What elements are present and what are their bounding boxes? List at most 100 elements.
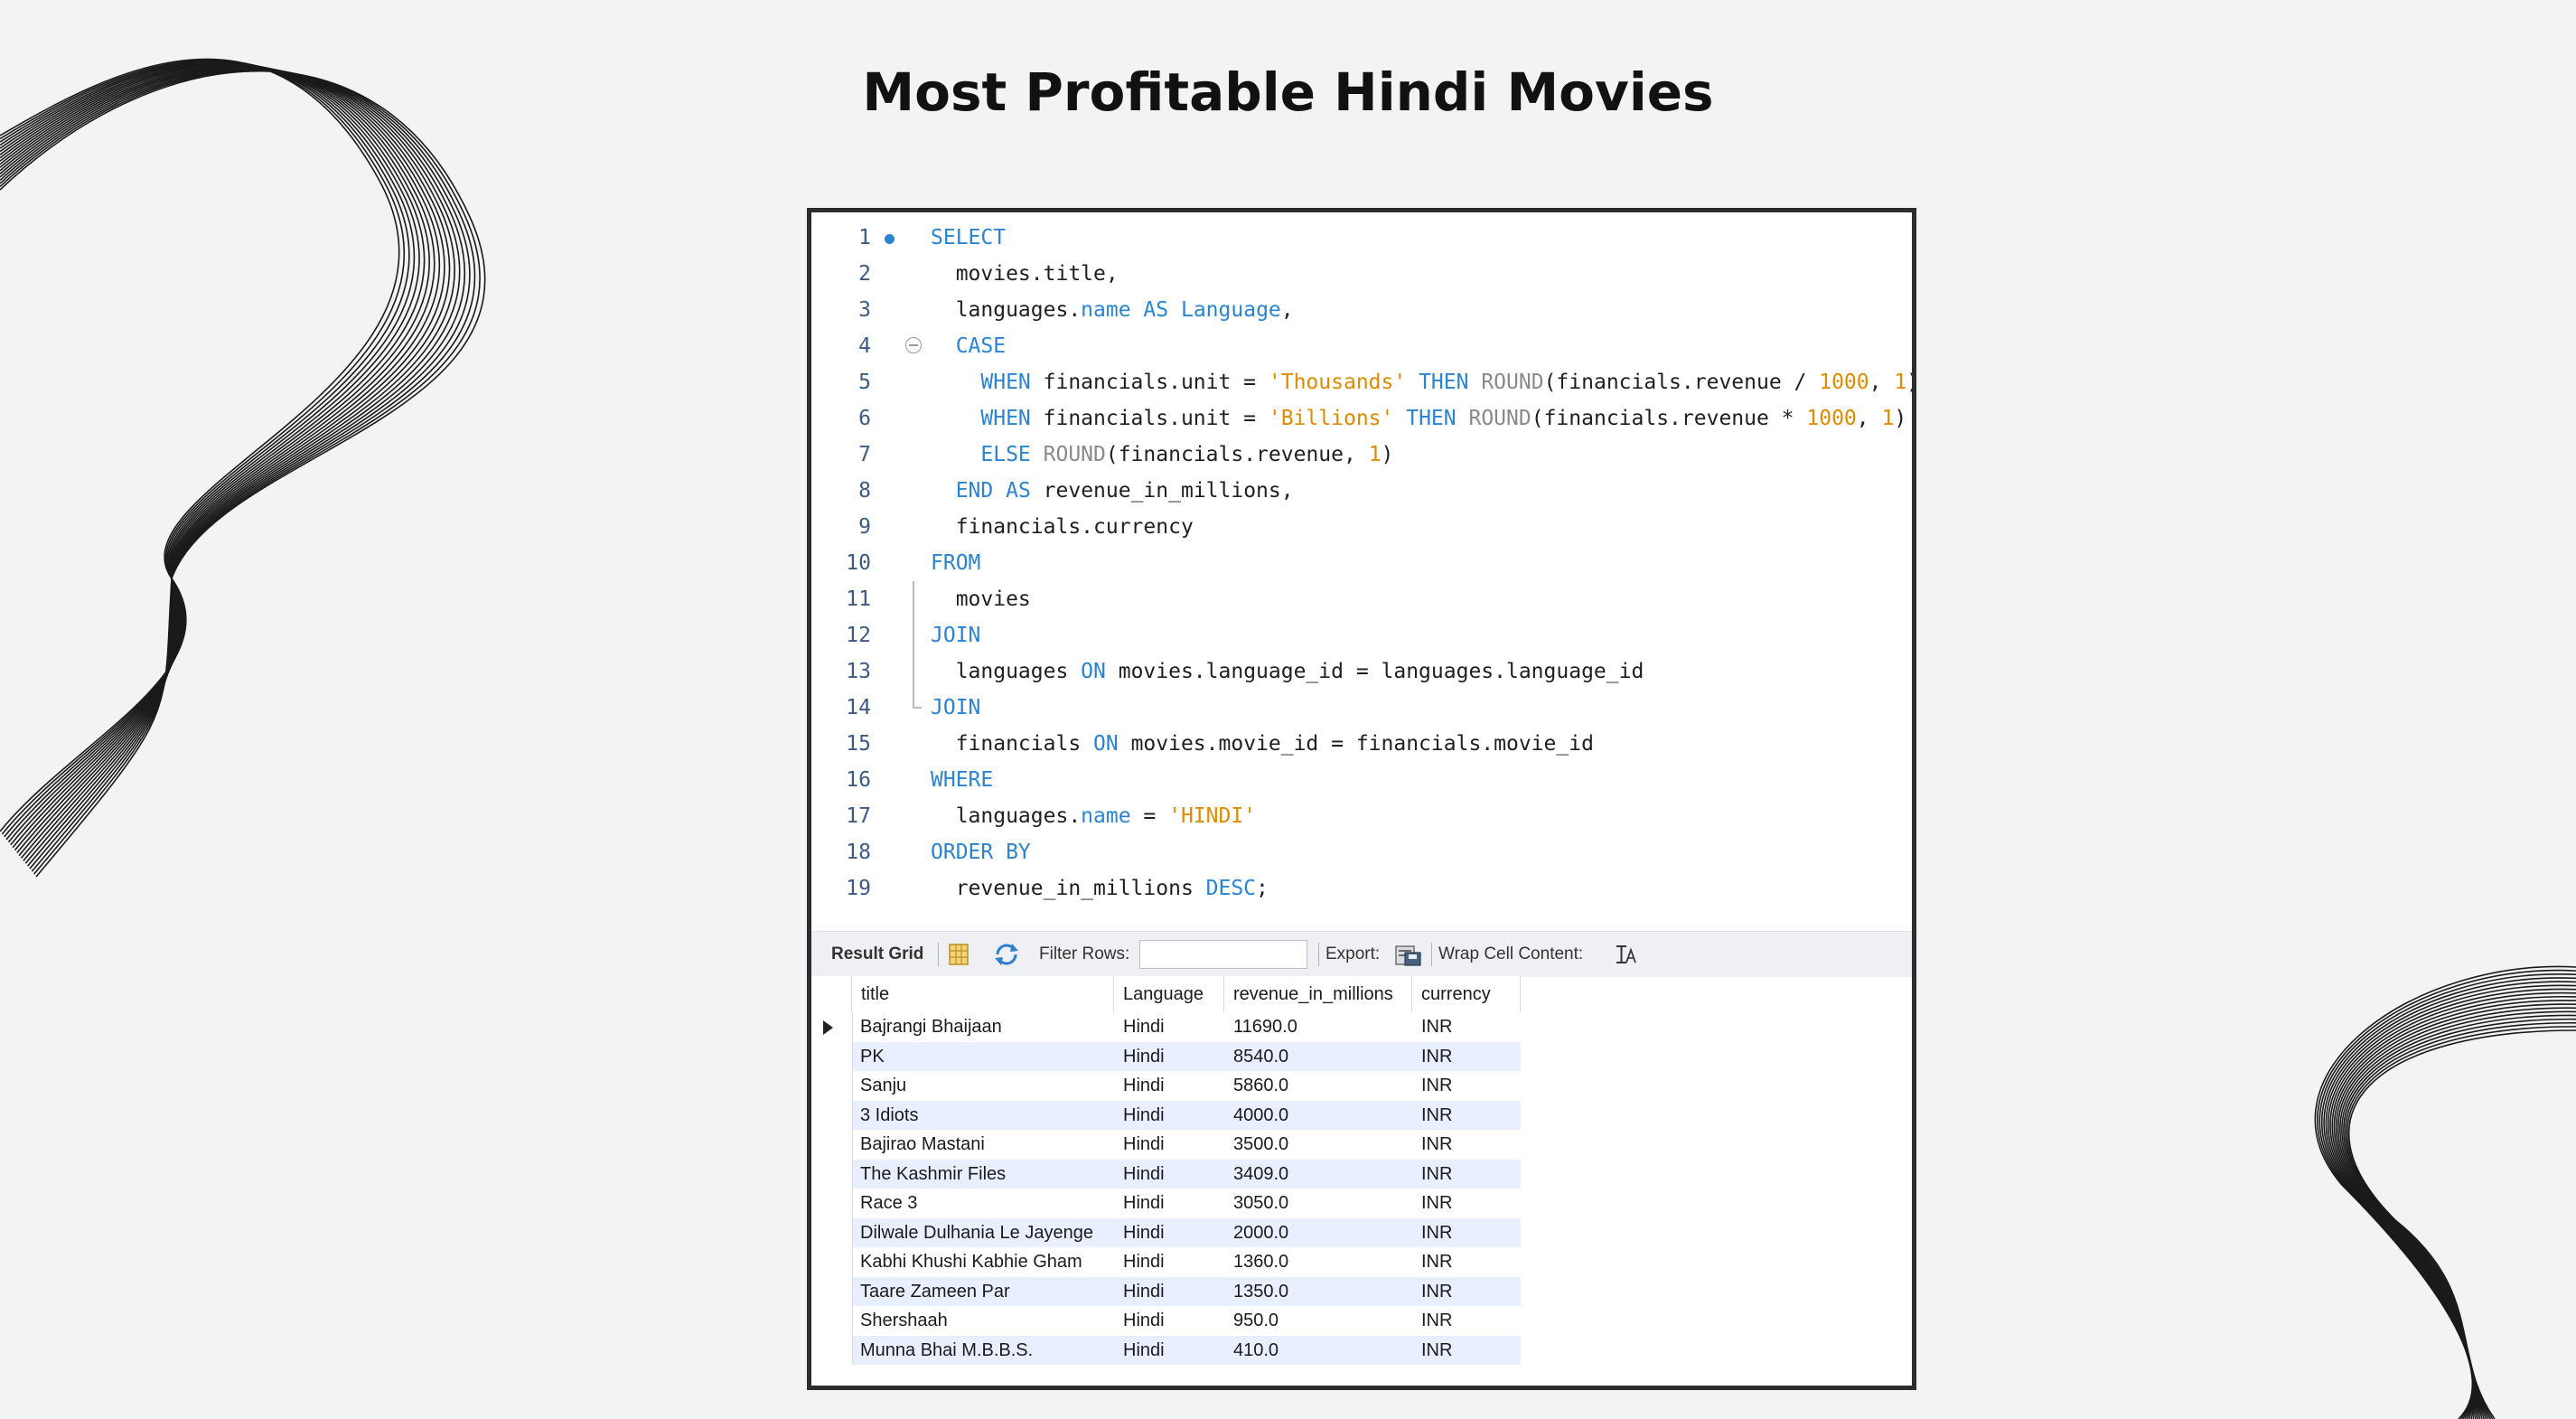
- row-selector[interactable]: [811, 1276, 853, 1306]
- table-cell-language[interactable]: Hindi: [1123, 1012, 1165, 1042]
- row-selector[interactable]: [811, 1130, 853, 1160]
- table-cell-title[interactable]: Race 3: [860, 1189, 917, 1218]
- table-cell-title[interactable]: PK: [860, 1042, 885, 1072]
- table-row[interactable]: PK Hindi 8540.0 INR: [811, 1041, 1521, 1072]
- table-cell-currency[interactable]: INR: [1421, 1189, 1452, 1218]
- table-cell-revenue_in_millions[interactable]: 3409.0: [1233, 1160, 1288, 1189]
- row-selector[interactable]: [811, 1071, 853, 1101]
- table-cell-title[interactable]: Bajirao Mastani: [860, 1130, 985, 1160]
- code-token: DESC: [1205, 877, 1257, 900]
- table-row[interactable]: Kabhi Khushi Kabhie Gham Hindi 1360.0 INR: [811, 1247, 1521, 1277]
- table-row[interactable]: Race 3 Hindi 3050.0 INR: [811, 1189, 1521, 1218]
- table-cell-currency[interactable]: INR: [1421, 1277, 1452, 1307]
- table-cell-title[interactable]: Kabhi Khushi Kabhie Gham: [860, 1247, 1082, 1277]
- table-cell-language[interactable]: Hindi: [1123, 1336, 1165, 1366]
- table-cell-title[interactable]: 3 Idiots: [860, 1101, 918, 1131]
- table-row[interactable]: The Kashmir Files Hindi 3409.0 INR: [811, 1159, 1521, 1189]
- table-row[interactable]: Sanju Hindi 5860.0 INR: [811, 1071, 1521, 1101]
- filter-rows-input[interactable]: [1139, 940, 1307, 969]
- table-cell-revenue_in_millions[interactable]: 8540.0: [1233, 1042, 1288, 1072]
- sql-editor[interactable]: 1 SELECT 2 movies.title, 3 languages.name A…: [811, 212, 1912, 926]
- table-cell-revenue_in_millions[interactable]: 1350.0: [1233, 1277, 1288, 1307]
- table-cell-currency[interactable]: INR: [1421, 1042, 1452, 1072]
- table-cell-revenue_in_millions[interactable]: 5860.0: [1233, 1071, 1288, 1101]
- column-header-language[interactable]: Language: [1114, 976, 1224, 1012]
- table-cell-revenue_in_millions[interactable]: 11690.0: [1233, 1012, 1297, 1042]
- table-cell-language[interactable]: Hindi: [1123, 1101, 1165, 1131]
- table-cell-currency[interactable]: INR: [1421, 1218, 1452, 1248]
- table-row[interactable]: Bajirao Mastani Hindi 3500.0 INR: [811, 1130, 1521, 1160]
- export-label: Export:: [1325, 944, 1381, 963]
- row-selector[interactable]: [811, 1247, 853, 1277]
- table-row[interactable]: Bajrangi Bhaijaan Hindi 11690.0 INR: [811, 1012, 1521, 1042]
- code-token: ROUND: [1481, 371, 1544, 394]
- table-cell-title[interactable]: Dilwale Dulhania Le Jayenge: [860, 1218, 1093, 1248]
- column-header-currency[interactable]: currency: [1412, 976, 1521, 1012]
- result-grid-tab[interactable]: Result Grid: [831, 932, 923, 977]
- row-selector[interactable]: [811, 1012, 853, 1042]
- table-cell-currency[interactable]: INR: [1421, 1101, 1452, 1131]
- table-cell-title[interactable]: Bajrangi Bhaijaan: [860, 1012, 1002, 1042]
- table-cell-title[interactable]: Sanju: [860, 1071, 906, 1101]
- row-selector[interactable]: [811, 1306, 853, 1336]
- table-cell-language[interactable]: Hindi: [1123, 1042, 1165, 1072]
- code-token: 'Billions': [1268, 407, 1394, 430]
- code-text: languages.name = 'HINDI': [931, 798, 1256, 834]
- table-cell-currency[interactable]: INR: [1421, 1160, 1452, 1189]
- table-cell-currency[interactable]: INR: [1421, 1247, 1452, 1277]
- table-cell-language[interactable]: Hindi: [1123, 1160, 1165, 1189]
- table-cell-language[interactable]: Hindi: [1123, 1071, 1165, 1101]
- table-cell-language[interactable]: Hindi: [1123, 1247, 1165, 1277]
- table-cell-language[interactable]: Hindi: [1123, 1306, 1165, 1336]
- wrap-text-icon[interactable]: [1614, 943, 1637, 966]
- table-cell-currency[interactable]: INR: [1421, 1130, 1452, 1160]
- table-cell-title[interactable]: Shershaah: [860, 1306, 948, 1336]
- table-cell-revenue_in_millions[interactable]: 950.0: [1233, 1306, 1279, 1336]
- table-cell-language[interactable]: Hindi: [1123, 1189, 1165, 1218]
- row-selector[interactable]: [811, 1217, 853, 1247]
- code-token: SELECT: [931, 226, 1007, 249]
- row-selector[interactable]: [811, 1335, 853, 1365]
- table-cell-language[interactable]: Hindi: [1123, 1218, 1165, 1248]
- code-token: CASE: [955, 334, 1007, 358]
- table-row[interactable]: Dilwale Dulhania Le Jayenge Hindi 2000.0 IN…: [811, 1217, 1521, 1248]
- table-cell-revenue_in_millions[interactable]: 3500.0: [1233, 1130, 1288, 1160]
- code-text: languages ON movies.language_id = langua…: [931, 653, 1644, 690]
- table-cell-title[interactable]: The Kashmir Files: [860, 1160, 1006, 1189]
- grid-view-icon[interactable]: [947, 943, 970, 966]
- code-token: ): [1906, 371, 1912, 394]
- table-cell-language[interactable]: Hindi: [1123, 1130, 1165, 1160]
- table-cell-currency[interactable]: INR: [1421, 1012, 1452, 1042]
- row-selector[interactable]: [811, 1100, 853, 1130]
- refresh-icon[interactable]: [992, 942, 1021, 967]
- table-cell-language[interactable]: Hindi: [1123, 1277, 1165, 1307]
- row-selector[interactable]: [811, 1189, 853, 1218]
- table-cell-revenue_in_millions[interactable]: 2000.0: [1233, 1218, 1288, 1248]
- table-row[interactable]: Taare Zameen Par Hindi 1350.0 INR: [811, 1276, 1521, 1307]
- line-number: 3: [858, 298, 871, 322]
- fold-toggle-icon[interactable]: [905, 337, 922, 353]
- column-header-title[interactable]: title: [852, 976, 1114, 1012]
- table-row[interactable]: Shershaah Hindi 950.0 INR: [811, 1306, 1521, 1336]
- line-number: 11: [846, 587, 871, 611]
- table-cell-currency[interactable]: INR: [1421, 1071, 1452, 1101]
- code-text: JOIN: [931, 690, 980, 726]
- export-icon[interactable]: [1394, 942, 1423, 967]
- table-cell-title[interactable]: Munna Bhai M.B.B.S.: [860, 1336, 1033, 1366]
- table-cell-revenue_in_millions[interactable]: 3050.0: [1233, 1189, 1288, 1218]
- table-row[interactable]: Munna Bhai M.B.B.S. Hindi 410.0 INR: [811, 1335, 1521, 1366]
- column-header-revenue[interactable]: revenue_in_millions: [1224, 976, 1412, 1012]
- table-cell-currency[interactable]: INR: [1421, 1306, 1452, 1336]
- table-cell-revenue_in_millions[interactable]: 4000.0: [1233, 1101, 1288, 1131]
- code-token: THEN: [1406, 407, 1457, 430]
- table-cell-revenue_in_millions[interactable]: 410.0: [1233, 1336, 1279, 1366]
- wave-stroke: [0, 63, 436, 851]
- table-cell-revenue_in_millions[interactable]: 1360.0: [1233, 1247, 1288, 1277]
- table-cell-currency[interactable]: INR: [1421, 1336, 1452, 1366]
- code-token: financials.unit =: [1030, 407, 1269, 430]
- row-selector[interactable]: [811, 1041, 853, 1071]
- row-selector[interactable]: [811, 1159, 853, 1189]
- code-token: 1000: [1806, 407, 1857, 430]
- table-cell-title[interactable]: Taare Zameen Par: [860, 1277, 1010, 1307]
- table-row[interactable]: 3 Idiots Hindi 4000.0 INR: [811, 1100, 1521, 1131]
